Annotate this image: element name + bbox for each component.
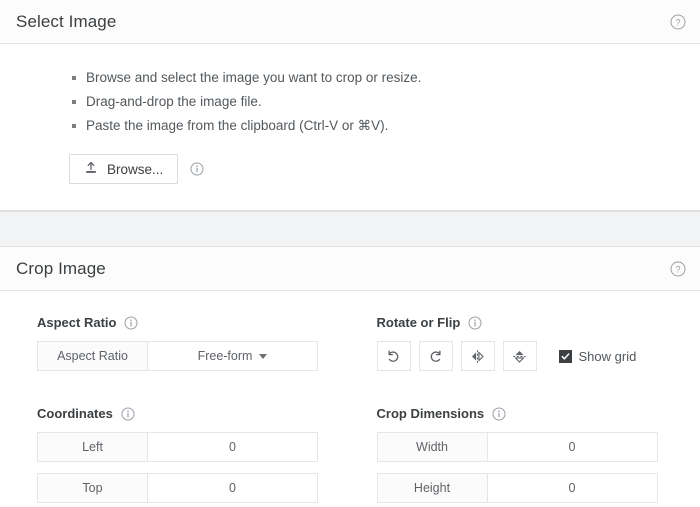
top-input[interactable]: 0: [148, 474, 317, 502]
aspect-ratio-label-row: Aspect Ratio: [37, 315, 345, 330]
rotate-left-icon: [385, 348, 402, 365]
height-input-group: Height 0: [376, 473, 658, 503]
show-grid-checkbox[interactable]: Show grid: [558, 348, 637, 364]
coordinates-label: Coordinates: [37, 406, 113, 421]
rotate-flip-toolbar: Show grid: [376, 341, 685, 371]
svg-text:?: ?: [675, 17, 680, 27]
flip-vertical-icon: [511, 348, 528, 365]
aspect-ratio-select[interactable]: Free-form: [148, 342, 317, 370]
left-addon: Left: [38, 433, 148, 461]
rotate-or-flip-group: Rotate or Flip Show grid: [376, 315, 685, 382]
list-item: Paste the image from the clipboard (Ctrl…: [72, 114, 684, 138]
crop-controls-grid: Aspect Ratio Aspect Ratio Free-form Rota…: [0, 291, 700, 507]
info-circle-icon[interactable]: [121, 407, 135, 421]
crop-image-header: Crop Image ?: [0, 247, 700, 291]
info-circle-icon[interactable]: [124, 316, 138, 330]
aspect-ratio-group: Aspect Ratio Aspect Ratio Free-form: [37, 315, 345, 382]
flip-horizontal-icon: [469, 348, 486, 365]
aspect-ratio-selected-value: Free-form: [197, 349, 253, 363]
select-image-title: Select Image: [16, 11, 117, 31]
coordinates-group: Coordinates Left 0 Top 0: [37, 406, 345, 507]
height-addon: Height: [377, 474, 488, 502]
browse-button[interactable]: Browse...: [69, 154, 179, 184]
show-grid-label: Show grid: [578, 348, 637, 364]
select-image-header: Select Image ?: [0, 0, 700, 44]
check-icon: [561, 352, 569, 360]
list-item: Drag-and-drop the image file.: [72, 90, 684, 114]
crop-image-title: Crop Image: [16, 258, 106, 278]
crop-dimensions-label-row: Crop Dimensions: [377, 406, 685, 421]
list-item: Browse and select the image you want to …: [72, 66, 684, 90]
select-image-panel: Select Image ? Browse and select the ima…: [0, 0, 700, 211]
select-image-body: Browse and select the image you want to …: [0, 44, 700, 210]
svg-text:?: ?: [675, 264, 680, 274]
browse-row: Browse...: [69, 154, 684, 184]
crop-dimensions-label: Crop Dimensions: [376, 406, 485, 421]
help-circle-icon[interactable]: ?: [670, 261, 686, 277]
info-circle-icon[interactable]: [492, 407, 506, 421]
top-addon: Top: [38, 474, 148, 502]
crop-image-panel: Crop Image ? Aspect Ratio Aspect Ratio F…: [0, 247, 700, 507]
image-editor-page: Select Image ? Browse and select the ima…: [0, 0, 700, 507]
chevron-down-icon: [259, 353, 268, 359]
aspect-ratio-label: Aspect Ratio: [37, 315, 117, 330]
rotate-left-button[interactable]: [376, 341, 411, 371]
aspect-ratio-input-group: Aspect Ratio Free-form: [37, 341, 318, 371]
checkbox-box: [558, 349, 572, 363]
rotate-right-button[interactable]: [418, 341, 453, 371]
top-input-group: Top 0: [37, 473, 318, 503]
instruction-list: Browse and select the image you want to …: [16, 44, 684, 138]
aspect-ratio-addon: Aspect Ratio: [38, 342, 148, 370]
rotate-right-icon: [427, 348, 444, 365]
left-input-group: Left 0: [37, 432, 318, 462]
upload-icon: [84, 161, 98, 178]
coordinates-label-row: Coordinates: [37, 406, 345, 421]
rotate-or-flip-label-row: Rotate or Flip: [377, 315, 685, 330]
info-circle-icon[interactable]: [190, 162, 204, 176]
width-input[interactable]: 0: [487, 433, 657, 461]
info-circle-icon[interactable]: [468, 316, 482, 330]
help-circle-icon[interactable]: ?: [670, 14, 686, 30]
crop-dimensions-group: Crop Dimensions Width 0 Height 0: [376, 406, 685, 507]
browse-button-label: Browse...: [107, 161, 164, 177]
flip-vertical-button[interactable]: [502, 341, 537, 371]
flip-horizontal-button[interactable]: [460, 341, 495, 371]
width-input-group: Width 0: [376, 432, 658, 462]
left-input[interactable]: 0: [148, 433, 317, 461]
panel-separator: [0, 211, 700, 247]
width-addon: Width: [377, 433, 488, 461]
rotate-or-flip-label: Rotate or Flip: [376, 315, 461, 330]
height-input[interactable]: 0: [487, 474, 657, 502]
